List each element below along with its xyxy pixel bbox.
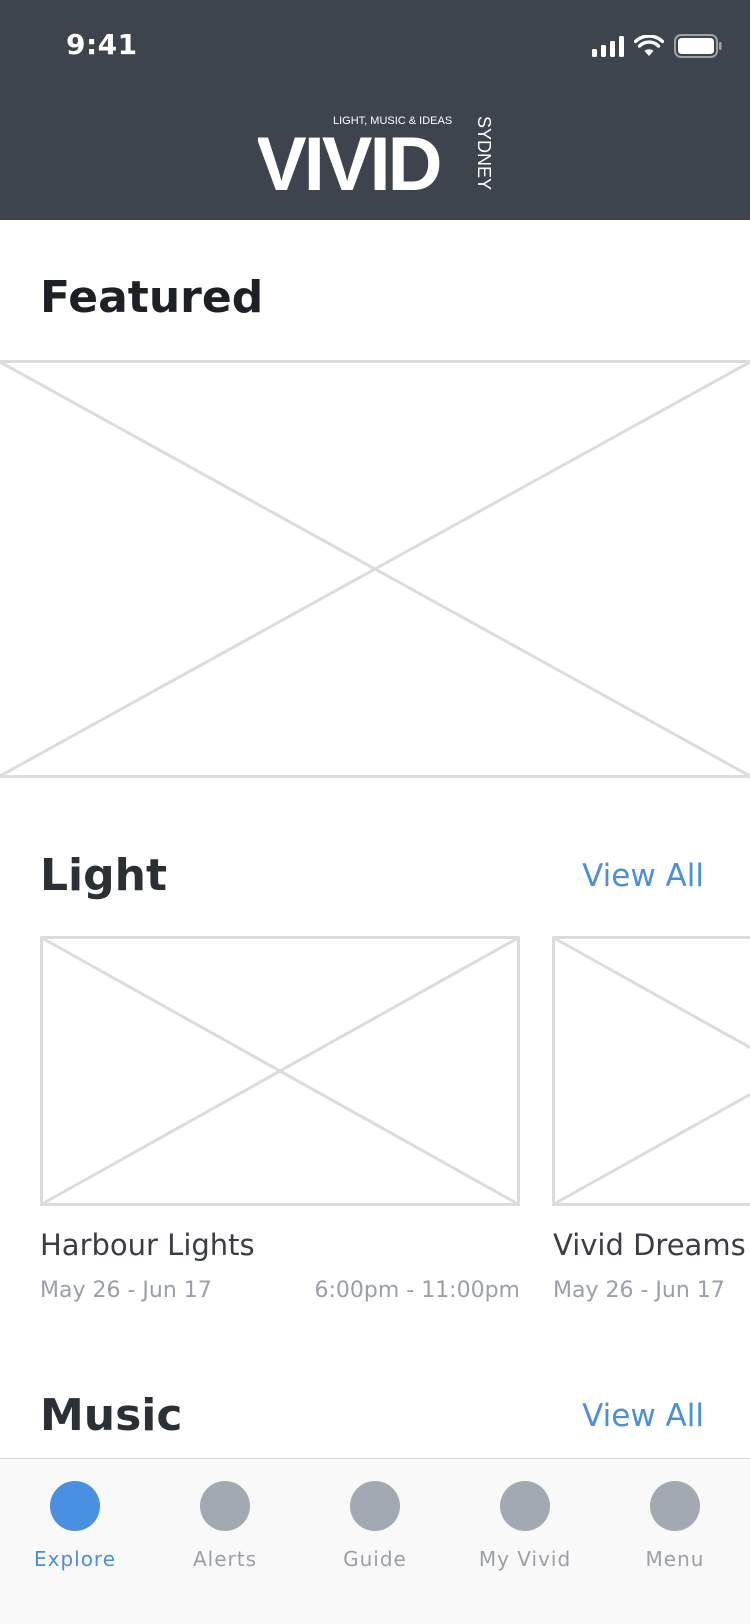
vivid-dreams-title[interactable]: Vivid Dreams [553, 1228, 746, 1262]
logo-word: VIVID [258, 122, 440, 198]
alerts-icon [200, 1481, 250, 1531]
my-vivid-icon [500, 1481, 550, 1531]
guide-icon [350, 1481, 400, 1531]
logo-city: SYDNEY [474, 116, 494, 190]
light-view-all-link[interactable]: View All [582, 858, 704, 894]
tab-bar: Explore Alerts Guide My Vivid Menu [0, 1458, 750, 1624]
light-section-title: Light [40, 850, 167, 901]
harbour-lights-title[interactable]: Harbour Lights [40, 1228, 255, 1262]
tab-guide-label: Guide [343, 1547, 407, 1571]
status-icons [592, 34, 722, 58]
tab-guide[interactable]: Guide [300, 1469, 450, 1571]
tab-alerts-label: Alerts [192, 1547, 258, 1571]
tab-explore-label: Explore [33, 1547, 117, 1571]
cellular-signal-icon [592, 35, 624, 57]
harbour-lights-time: 6:00pm - 11:00pm [314, 1278, 520, 1303]
app-header: 9:41 LIGHT, MUSIC & IDEAS VIVID SYDNEY [0, 0, 750, 220]
status-time: 9:41 [66, 28, 138, 61]
featured-image-placeholder[interactable] [0, 360, 750, 778]
harbour-lights-date: May 26 - Jun 17 [40, 1278, 212, 1303]
explore-icon [50, 1481, 100, 1531]
tab-menu-label: Menu [645, 1547, 705, 1571]
tab-my-vivid-label: My Vivid [478, 1547, 572, 1571]
menu-icon [650, 1481, 700, 1531]
vivid-dreams-date: May 26 - Jun 17 [553, 1278, 725, 1303]
music-view-all-link[interactable]: View All [582, 1398, 704, 1434]
featured-title: Featured [40, 272, 264, 323]
tab-alerts[interactable]: Alerts [150, 1469, 300, 1571]
tab-my-vivid[interactable]: My Vivid [450, 1469, 600, 1571]
tab-menu[interactable]: Menu [600, 1469, 750, 1571]
music-section-title: Music [40, 1390, 183, 1441]
harbour-lights-image[interactable] [40, 936, 520, 1206]
tab-explore[interactable]: Explore [0, 1469, 150, 1571]
wifi-icon [634, 35, 664, 56]
battery-icon [674, 34, 722, 58]
vivid-dreams-image[interactable] [552, 936, 750, 1206]
vivid-sydney-logo: LIGHT, MUSIC & IDEAS VIVID SYDNEY [258, 115, 494, 198]
